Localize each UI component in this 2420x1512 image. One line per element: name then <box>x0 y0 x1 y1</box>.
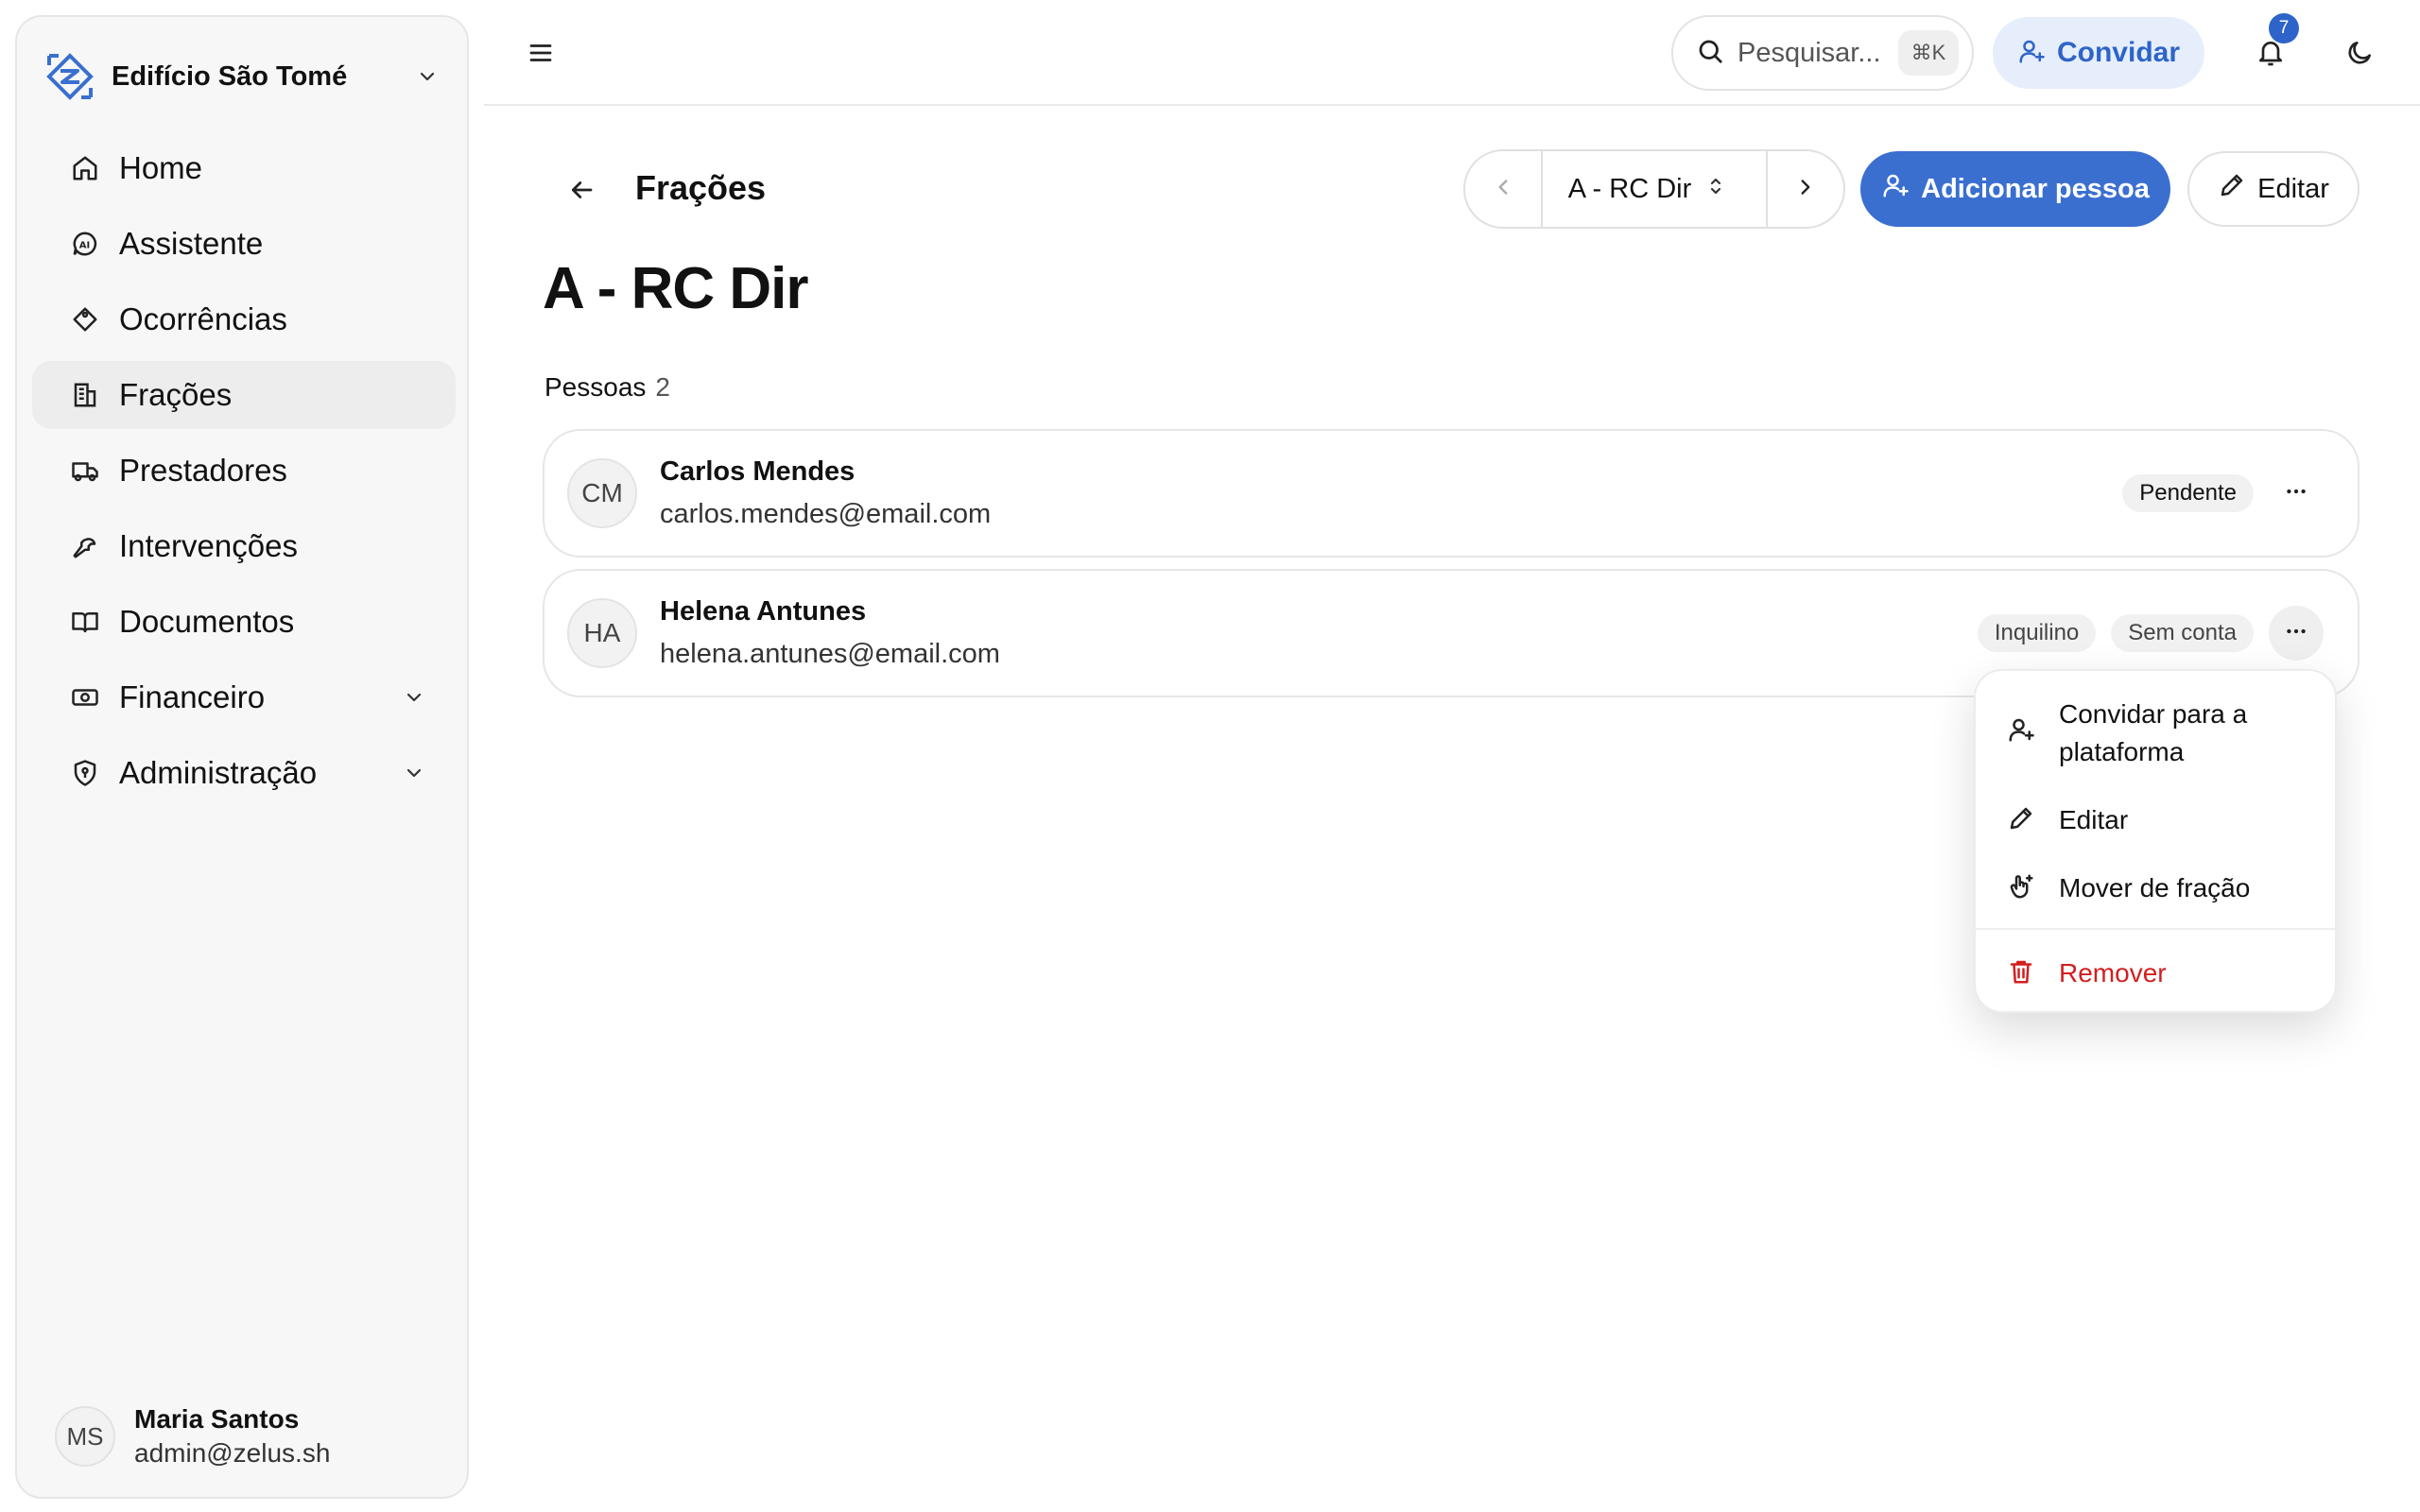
sidebar-item-documentos[interactable]: Documentos <box>32 588 456 656</box>
people-section-label: Pessoas 2 <box>544 372 670 403</box>
menu-item-label: Editar <box>2059 805 2129 834</box>
building-icon <box>68 378 102 412</box>
menu-icon[interactable] <box>522 34 560 72</box>
organization-name: Edifício São Tomé <box>112 60 348 92</box>
book-icon <box>68 605 102 639</box>
person-email: helena.antunes@email.com <box>660 639 1000 669</box>
moon-icon[interactable] <box>2339 32 2380 74</box>
menu-item-label: Remover <box>2059 958 2167 988</box>
sidebar-item-label: Home <box>119 150 203 185</box>
person-row[interactable]: CM Carlos Mendes carlos.mendes@email.com… <box>543 429 2360 558</box>
wrench-icon <box>68 529 102 563</box>
menu-item-label: Mover de fração <box>2059 873 2251 902</box>
fraction-select-value: A - RC Dir <box>1567 173 1692 204</box>
sidebar-item-label: Prestadores <box>119 453 287 488</box>
ellipsis-icon <box>2284 479 2308 508</box>
page-title: Frações <box>635 168 767 207</box>
user-plus-icon <box>2004 713 2038 747</box>
money-icon <box>68 680 102 714</box>
pencil-icon <box>2218 171 2246 207</box>
menu-divider <box>1976 928 2335 930</box>
search-input[interactable]: Pesquisar... ⌘K <box>1671 15 1974 91</box>
next-fraction-button[interactable] <box>1768 151 1843 227</box>
menu-item-edit[interactable]: Editar <box>2004 801 2314 839</box>
sidebar-nav: Home AI Assistente Ocorrências Frações P… <box>32 134 456 815</box>
more-options-button[interactable] <box>2269 606 2324 661</box>
sidebar-item-label: Frações <box>119 377 233 412</box>
chevron-down-icon <box>410 60 444 94</box>
edit-button[interactable]: Editar <box>2187 151 2360 227</box>
shield-icon <box>68 756 102 790</box>
invite-button[interactable]: Convidar <box>1993 17 2204 89</box>
sidebar-item-fracoes[interactable]: Frações <box>32 361 456 429</box>
sidebar-item-label: Assistente <box>119 226 264 261</box>
user-name: Maria Santos <box>134 1404 300 1434</box>
svg-text:AI: AI <box>79 240 90 250</box>
notification-badge: 7 <box>2269 13 2299 43</box>
search-shortcut: ⌘K <box>1898 30 1959 76</box>
sidebar-item-label: Documentos <box>119 604 295 639</box>
current-user[interactable]: MS Maria Santos admin@zelus.sh <box>55 1404 330 1469</box>
pencil-icon <box>2004 801 2038 835</box>
sidebar-item-assistente[interactable]: AI Assistente <box>32 210 456 278</box>
sidebar-item-financeiro[interactable]: Financeiro <box>32 663 456 731</box>
account-status-badge: Sem conta <box>2111 614 2254 652</box>
menu-item-remove[interactable]: Remover <box>2004 954 2314 992</box>
sidebar-item-label: Ocorrências <box>119 301 287 336</box>
menu-item-label: Convidar para a plataforma <box>2059 699 2248 766</box>
organization-switcher[interactable]: Edifício São Tomé <box>43 38 444 115</box>
person-email: carlos.mendes@email.com <box>660 499 992 529</box>
chevron-left-icon <box>1491 175 1515 204</box>
sidebar-item-administracao[interactable]: Administração <box>32 739 456 807</box>
people-count: 2 <box>655 372 670 402</box>
sidebar-item-ocorrencias[interactable]: Ocorrências <box>32 285 456 353</box>
back-arrow-icon[interactable] <box>558 166 605 214</box>
previous-fraction-button[interactable] <box>1465 151 1541 227</box>
fraction-title: A - RC Dir <box>543 256 808 321</box>
user-plus-icon <box>1881 171 1910 207</box>
sidebar: Edifício São Tomé Home AI Assistente Oco… <box>15 15 469 1499</box>
sidebar-item-home[interactable]: Home <box>32 134 456 202</box>
role-badge: Inquilino <box>1977 614 2097 652</box>
fraction-pager: A - RC Dir <box>1463 149 1845 229</box>
avatar: MS <box>55 1406 115 1467</box>
search-placeholder: Pesquisar... <box>1737 37 1881 68</box>
sidebar-item-label: Intervenções <box>119 528 298 563</box>
chevron-right-icon <box>1793 175 1818 204</box>
zelus-logo-icon <box>43 50 96 103</box>
people-label: Pessoas <box>544 372 647 402</box>
sidebar-item-intervencoes[interactable]: Intervenções <box>32 512 456 580</box>
user-email: admin@zelus.sh <box>134 1438 331 1468</box>
menu-item-move[interactable]: Mover de fração <box>2004 869 2314 907</box>
sidebar-item-label: Financeiro <box>119 679 266 714</box>
status-badge: Pendente <box>2122 474 2254 512</box>
fraction-select[interactable]: A - RC Dir <box>1541 151 1768 227</box>
edit-label: Editar <box>2257 173 2329 204</box>
home-icon <box>68 151 102 185</box>
ellipsis-icon <box>2284 619 2308 648</box>
person-name: Helena Antunes <box>660 596 867 627</box>
ai-assistant-icon: AI <box>68 227 102 261</box>
add-person-button[interactable]: Adicionar pessoa <box>1860 151 2170 227</box>
avatar: HA <box>567 598 637 668</box>
invite-label: Convidar <box>2056 37 2181 68</box>
topbar: Pesquisar... ⌘K Convidar 7 <box>484 0 2420 106</box>
sidebar-item-label: Administração <box>119 755 318 790</box>
person-actions-menu: Convidar para a plataforma Editar Mover … <box>1974 669 2337 1013</box>
menu-item-invite[interactable]: Convidar para a plataforma <box>2004 696 2314 771</box>
trash-icon <box>2004 954 2038 988</box>
chevron-up-down-icon <box>1704 174 1727 205</box>
chevron-down-icon <box>397 680 431 714</box>
sidebar-item-prestadores[interactable]: Prestadores <box>32 437 456 505</box>
person-name: Carlos Mendes <box>660 456 856 487</box>
truck-icon <box>68 454 102 488</box>
add-person-label: Adicionar pessoa <box>1921 173 2150 204</box>
search-icon <box>1696 37 1724 70</box>
tag-icon <box>68 302 102 336</box>
more-options-button[interactable] <box>2269 466 2324 521</box>
chevron-down-icon <box>397 756 431 790</box>
avatar: CM <box>567 458 637 528</box>
user-plus-icon <box>2017 37 2046 70</box>
hand-move-icon <box>2004 869 2038 903</box>
